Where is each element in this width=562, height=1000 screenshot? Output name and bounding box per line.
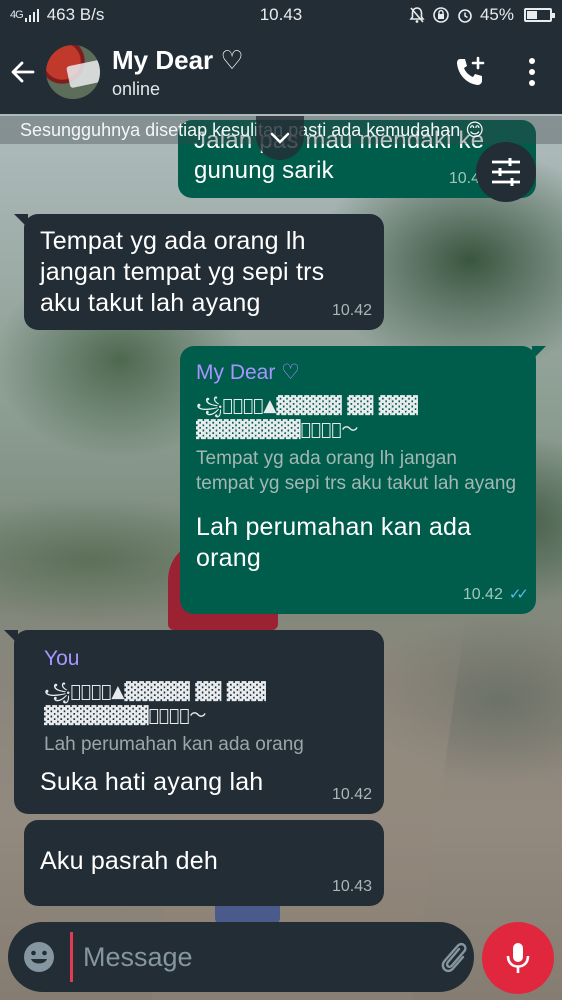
network-speed: 463 B/s [46, 5, 105, 24]
message-bubble-outgoing[interactable]: My Dear ♡ ꧁⍟ꦿ𝐒ꦿ▲▓▓▓▓▓ ▓▓ ▓▓▓ ▓▓▓▓▓▓▓▓ꦿ𝐒ꦿ… [180, 346, 546, 614]
filter-button[interactable] [476, 142, 536, 202]
battery-icon [524, 8, 555, 22]
message-time: 10.42 [331, 786, 372, 803]
arrow-left-icon [11, 61, 35, 83]
signal-bars-icon [24, 9, 39, 22]
more-vert-icon [529, 58, 535, 86]
message-text: Tempat yg ada orang lh jangan tempat yg … [40, 227, 325, 317]
chevron-down-icon [270, 132, 290, 144]
emoji-button[interactable] [22, 937, 56, 977]
signal-indicator: 4G [10, 9, 24, 21]
message-composer [8, 922, 522, 992]
message-text: Aku pasrah deh [40, 847, 218, 875]
avatar[interactable] [46, 45, 100, 99]
quoted-decoration-line: ꧁⍟ꦿ𝐒ꦿ▲▓▓▓▓▓ ▓▓ ▓▓▓ [196, 396, 418, 416]
quoted-decoration-line: ▓▓▓▓▓▓▓▓ꦿ𝐒ꦿ⍨〜 [44, 706, 207, 726]
quoted-sender-name: My Dear ♡ [196, 361, 301, 384]
add-call-icon [457, 56, 485, 85]
attach-button[interactable] [437, 937, 471, 977]
quoted-decoration-line: ▓▓▓▓▓▓▓▓ꦿ𝐒ꦿ⍨〜 [196, 420, 359, 440]
rotation-lock-icon [433, 7, 449, 23]
paperclip-icon [441, 942, 467, 973]
message-input[interactable] [70, 932, 437, 982]
quoted-sender-name: You [44, 647, 80, 670]
message-bubble-incoming[interactable]: Tempat yg ada orang lh jangan tempat yg … [14, 214, 384, 330]
status-bar: 4G 463 B/s 10.43 45% [0, 0, 562, 30]
mute-bell-icon [409, 7, 425, 23]
microphone-icon [506, 943, 530, 973]
back-button[interactable] [0, 30, 46, 114]
battery-percent: 45% [479, 5, 514, 24]
contact-name: My Dear ♡ [112, 44, 244, 75]
chat-header: My Dear ♡ online [0, 30, 562, 114]
voice-record-button[interactable] [482, 922, 554, 994]
message-time-wrap: 10.42 ✓✓ [462, 585, 529, 604]
message-text: Suka hati ayang lah [40, 768, 264, 796]
add-call-button[interactable] [438, 30, 502, 114]
alarm-icon [458, 9, 472, 23]
tune-icon [492, 158, 520, 186]
contact-info[interactable]: My Dear ♡ online [112, 45, 438, 100]
message-time: 10.42 [331, 302, 372, 319]
message-time: 10.42 [462, 586, 503, 603]
message-bubble-incoming[interactable]: Aku pasrah deh 10.43 [24, 820, 384, 906]
quoted-message-text: Tempat yg ada orang lh jangan tempat yg … [196, 448, 517, 494]
message-bubble-incoming[interactable]: You ꧁⍟ꦿ𝐒ꦿ▲▓▓▓▓▓ ▓▓ ▓▓▓ ▓▓▓▓▓▓▓▓ꦿ𝐒ꦿ⍨〜 Lah… [4, 630, 384, 814]
battery-fill [527, 11, 537, 19]
quoted-decoration-line: ꧁⍟ꦿ𝐒ꦿ▲▓▓▓▓▓ ▓▓ ▓▓▓ [44, 682, 266, 702]
message-text: Lah perumahan kan ada orang [196, 513, 472, 572]
message-time: 10.43 [331, 878, 372, 895]
emoji-icon [24, 942, 54, 972]
contact-status: online [112, 78, 161, 99]
more-options-button[interactable] [502, 30, 562, 114]
read-ticks-icon: ✓✓ [508, 586, 529, 603]
quoted-message-text: Lah perumahan kan ada orang [44, 734, 304, 755]
